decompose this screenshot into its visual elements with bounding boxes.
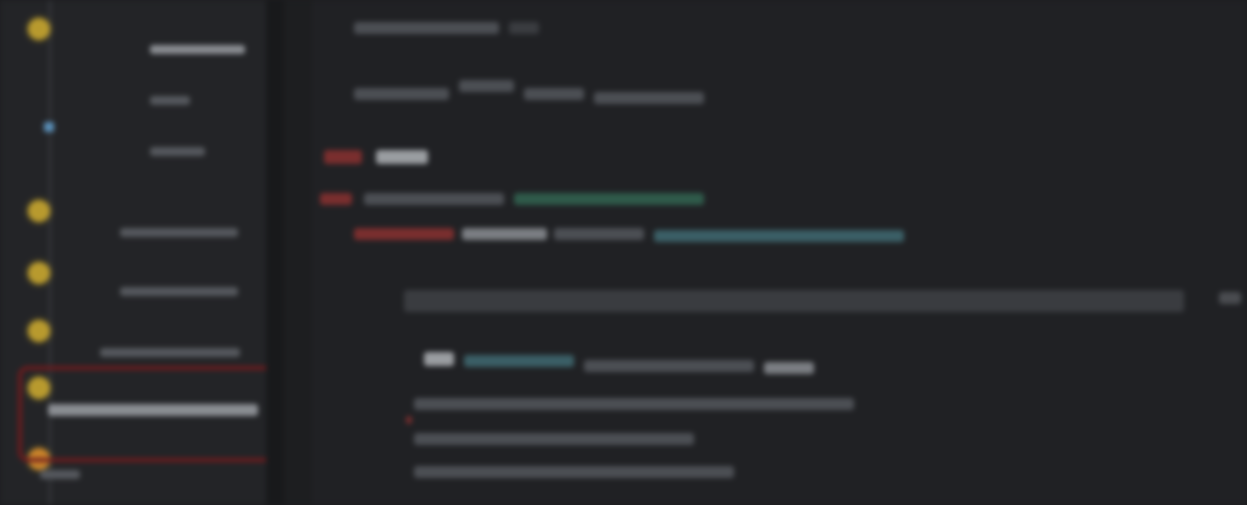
code-token <box>509 22 539 34</box>
tree-item-label[interactable] <box>150 45 245 54</box>
folder-icon[interactable] <box>28 262 50 284</box>
folder-icon[interactable] <box>28 320 50 342</box>
selection-highlight-box <box>18 366 274 462</box>
code-token <box>354 22 499 34</box>
code-token <box>554 228 644 240</box>
tree-item-label[interactable] <box>40 470 80 479</box>
error-marker <box>406 416 412 424</box>
code-token <box>594 92 704 104</box>
code-token <box>424 352 454 366</box>
overflow-marker <box>1219 292 1241 304</box>
tree-item-label[interactable] <box>150 147 205 156</box>
project-tree <box>0 0 274 505</box>
folder-icon[interactable] <box>28 200 50 222</box>
file-icon <box>44 122 54 132</box>
code-token <box>414 466 734 478</box>
code-token <box>364 193 504 205</box>
string-token <box>464 355 574 367</box>
ide-window <box>0 0 1247 505</box>
code-token <box>414 433 694 445</box>
code-token <box>462 228 547 240</box>
string-token <box>654 230 904 242</box>
tree-item-label[interactable] <box>120 287 238 296</box>
code-token <box>404 290 1184 312</box>
tree-item-label[interactable] <box>120 228 238 237</box>
keyword-token <box>354 228 454 240</box>
keyword-token <box>324 150 362 164</box>
keyword-token <box>320 193 352 205</box>
tree-item-label[interactable] <box>150 96 190 105</box>
editor-gutter <box>284 0 312 505</box>
code-token <box>764 362 814 374</box>
folder-icon[interactable] <box>28 18 50 40</box>
string-token <box>514 193 704 205</box>
code-token <box>414 398 854 410</box>
code-token <box>459 80 514 92</box>
panel-divider[interactable] <box>266 0 284 505</box>
code-token <box>376 150 428 164</box>
code-token <box>584 360 754 372</box>
code-editor[interactable] <box>284 0 1247 505</box>
code-token <box>354 88 449 100</box>
code-token <box>524 88 584 100</box>
tree-item-label[interactable] <box>100 348 240 357</box>
